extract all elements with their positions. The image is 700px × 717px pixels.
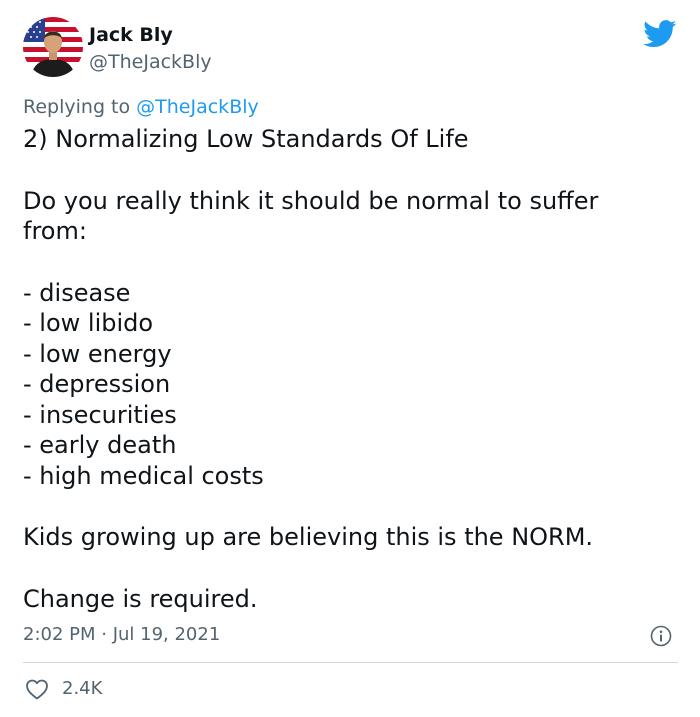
like-count: 2.4K: [62, 678, 103, 699]
list-item: - early death: [23, 431, 177, 459]
like-button[interactable]: 2.4K: [25, 678, 102, 700]
reply-mention-link[interactable]: @TheJackBly: [136, 96, 259, 118]
list-item: - low energy: [23, 339, 172, 368]
author-handle[interactable]: @TheJackBly: [89, 50, 212, 74]
tweet-question-line: from:: [23, 217, 87, 245]
list-item: - insecurities: [23, 400, 177, 429]
tweet-closing: Change is required.: [23, 584, 258, 613]
list-item: - disease: [23, 278, 131, 307]
avatar[interactable]: [23, 17, 83, 77]
tweet-card: Jack Bly @TheJackBly Replying to @TheJac…: [0, 0, 700, 717]
tweet-question-line: Do you really think it should be normal …: [23, 186, 599, 215]
tweet-statement: Kids growing up are believing this is th…: [23, 523, 594, 551]
author-name[interactable]: Jack Bly: [89, 23, 173, 47]
replying-to: Replying to @TheJackBly: [23, 95, 259, 119]
tweet-text: 2) Normalizing Low Standards Of Life Do …: [23, 124, 673, 614]
list-item: - high medical costs: [23, 461, 264, 490]
divider: [23, 662, 678, 663]
tweet-title: 2) Normalizing Low Standards Of Life: [23, 125, 469, 153]
replying-prefix: Replying to: [23, 96, 137, 118]
list-item: - depression: [23, 370, 171, 398]
list-item: - low libido: [23, 309, 154, 337]
heart-icon: [25, 678, 49, 700]
info-icon[interactable]: [650, 625, 672, 647]
twitter-bird-icon[interactable]: [643, 20, 677, 48]
tweet-timestamp[interactable]: 2:02 PM · Jul 19, 2021: [23, 624, 220, 646]
